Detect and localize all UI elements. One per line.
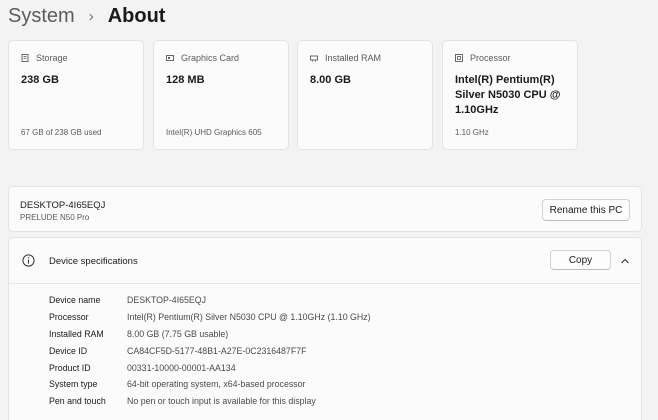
storage-usage: 67 GB of 238 GB used [21,128,102,137]
device-model: PRELUDE N50 Pro [20,213,90,222]
rename-pc-button[interactable]: Rename this PC [542,199,630,221]
spec-row-installed-ram: Installed RAM 8.00 GB (7.75 GB usable) [49,326,371,343]
spec-value: No pen or touch input is available for t… [127,396,316,407]
spec-key: Device ID [49,345,88,356]
ram-label: Installed RAM [325,53,382,63]
spec-row-device-id: Device ID CA84CF5D-5177-48B1-A27E-0C2316… [49,342,371,359]
page-title: About [107,4,166,27]
device-name-card: DESKTOP-4I65EQJ PRELUDE N50 Pro Rename t… [8,186,642,232]
graphics-name: Intel(R) UHD Graphics 605 [166,128,262,137]
processor-speed: 1.10 GHz [455,128,489,137]
device-specifications-title: Device specifications [49,256,138,267]
breadcrumb: System › About [8,3,165,29]
spec-value: 64-bit operating system, x64-based proce… [127,379,306,390]
device-name: DESKTOP-4I65EQJ [20,200,106,211]
chevron-right-icon: › [88,7,94,25]
spec-key: Pen and touch [49,396,106,407]
graphics-card: Graphics Card 128 MB Intel(R) UHD Graphi… [153,40,289,150]
spec-row-processor: Processor Intel(R) Pentium(R) Silver N50… [49,309,371,326]
spec-key: Installed RAM [49,328,104,339]
processor-card: Processor Intel(R) Pentium(R) Silver N50… [442,40,578,150]
ram-card: Installed RAM 8.00 GB [297,40,433,150]
spec-value: CA84CF5D-5177-48B1-A27E-0C2316487F7F [127,345,307,356]
spec-value: 00331-10000-00001-AA134 [127,362,236,373]
spec-row-device-name: Device name DESKTOP-4I65EQJ [49,292,371,309]
graphics-value: 128 MB [166,74,205,86]
spec-value: Intel(R) Pentium(R) Silver N5030 CPU @ 1… [127,312,371,323]
processor-label: Processor [470,53,511,63]
ram-icon [310,55,318,62]
spec-key: Product ID [49,362,91,373]
about-page: System › About Storage 238 GB 67 GB of 2… [0,0,658,420]
info-icon [22,254,35,267]
graphics-label: Graphics Card [181,53,240,63]
device-specifications-header[interactable]: Device specifications Copy [9,238,641,284]
storage-label: Storage [36,53,68,63]
breadcrumb-system[interactable]: System [8,5,75,28]
storage-value: 238 GB [21,74,59,86]
device-specifications-panel: Device specifications Copy Device name D… [8,237,642,420]
spec-key: Device name [49,295,101,306]
spec-value: 8.00 GB (7.75 GB usable) [127,328,229,339]
spec-key: Processor [49,312,89,323]
storage-icon [21,54,29,62]
spec-rows: Device name DESKTOP-4I65EQJ Processor In… [49,292,371,410]
spec-value: DESKTOP-4I65EQJ [127,295,207,306]
spec-row-pen-and-touch: Pen and touch No pen or touch input is a… [49,393,371,410]
spec-key: System type [49,379,98,390]
spec-row-system-type: System type 64-bit operating system, x64… [49,376,371,393]
graphics-card-icon [166,55,174,61]
chevron-up-icon[interactable] [620,256,630,266]
ram-value: 8.00 GB [310,74,351,86]
spec-row-product-id: Product ID 00331-10000-00001-AA134 [49,359,371,376]
storage-card: Storage 238 GB 67 GB of 238 GB used [8,40,144,150]
processor-icon [455,54,463,62]
copy-button[interactable]: Copy [550,250,611,270]
processor-value: Intel(R) Pentium(R) Silver N5030 CPU @ 1… [455,74,561,116]
